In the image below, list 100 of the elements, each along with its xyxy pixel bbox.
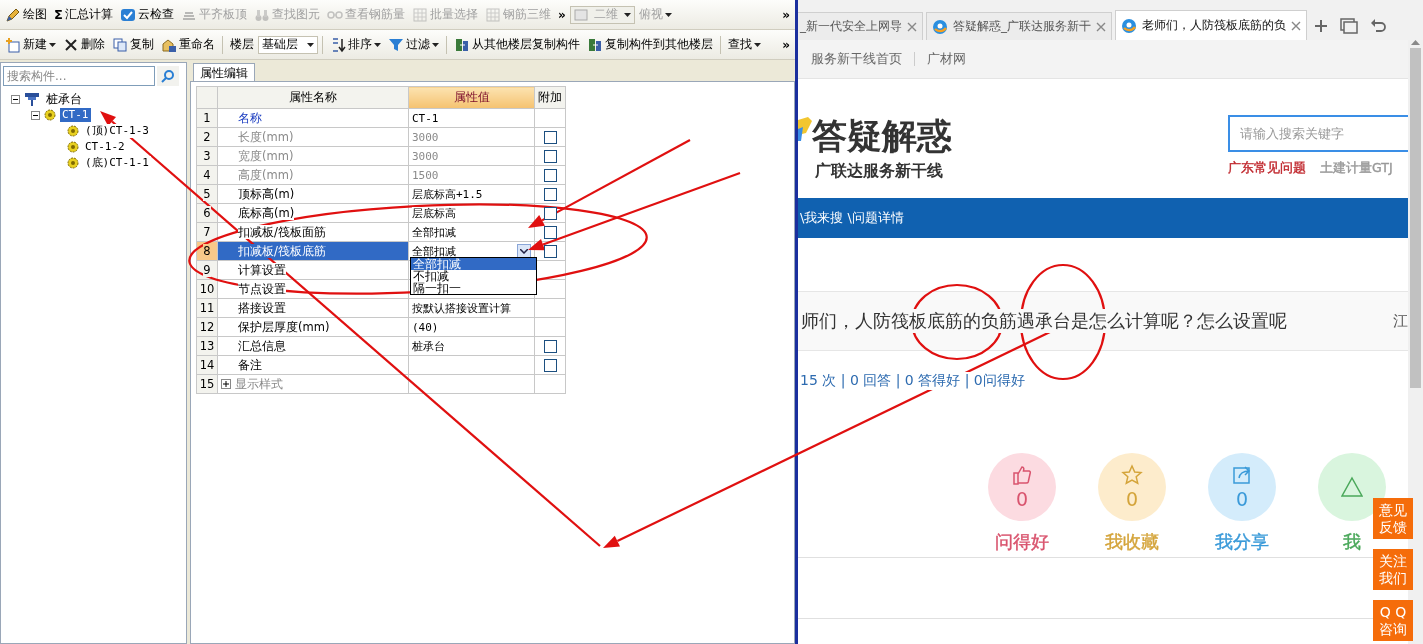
caret-icon (754, 42, 761, 47)
checkbox[interactable] (543, 244, 557, 258)
action-label: 问得好 (995, 531, 1049, 553)
property-value: 1500 (412, 168, 439, 182)
expand-toggle[interactable] (221, 379, 231, 389)
browser-logo-icon (932, 18, 948, 35)
browser-tab[interactable]: 答疑解惑_广联达服务新干 (926, 12, 1112, 40)
checkbox[interactable] (543, 130, 557, 144)
action-label: 我分享 (1215, 531, 1269, 553)
row-number: 8 (203, 244, 211, 258)
sigma-icon: Σ (54, 7, 63, 22)
toolbar-button[interactable]: 复制构件到其他楼层 (584, 33, 716, 56)
row-number: 1 (203, 111, 211, 125)
toolbar-button[interactable]: 绘图 (2, 3, 50, 26)
toolbar-button[interactable]: 从其他楼层复制构件 (451, 33, 583, 56)
action-count: 0 (1235, 488, 1249, 510)
pencil-icon (5, 6, 21, 23)
property-name: 搭接设置 (238, 300, 286, 315)
property-name: 保护层厚度(mm) (238, 319, 330, 334)
toolbar-button[interactable]: 删除 (60, 33, 108, 56)
checkbox[interactable] (543, 149, 557, 163)
close-icon (1291, 20, 1301, 31)
sort-icon (330, 36, 346, 53)
property-value: 按默认搭接设置计算 (412, 301, 511, 315)
breadcrumb-link[interactable]: \问题详情 (847, 209, 904, 227)
property-value: 桩承台 (412, 339, 445, 353)
toolbar-button[interactable]: 重命名 (158, 33, 218, 56)
row-number: 5 (203, 187, 211, 201)
property-name: 计算设置 (238, 262, 286, 277)
search-button[interactable] (157, 66, 179, 86)
bookmark-link[interactable]: 广材网 (927, 50, 966, 68)
dropdown[interactable]: 基础层 (258, 35, 318, 54)
row-number: 2 (203, 130, 211, 144)
action-count: 0 (1015, 488, 1029, 510)
overflow-button[interactable]: » (554, 3, 569, 26)
action-label: 我 (1343, 531, 1361, 553)
grid-icon (411, 6, 428, 23)
panel-tab[interactable]: 属性编辑 (193, 63, 255, 81)
property-name: 长度(mm) (238, 129, 294, 144)
triangle-icon (1341, 476, 1363, 498)
tree-item[interactable]: 桩承台 (44, 92, 84, 106)
checkbox[interactable] (543, 225, 557, 239)
funnel-icon (388, 36, 404, 53)
overflow-button[interactable]: » (779, 3, 793, 26)
action-count: 0 (1125, 488, 1139, 510)
property-name: 备注 (238, 357, 262, 372)
toolbar-button[interactable]: 新建 (2, 33, 59, 56)
toolbar-button[interactable]: 云检查 (116, 3, 177, 26)
checkbox[interactable] (543, 358, 557, 372)
expander[interactable] (11, 94, 20, 104)
property-name: 顶标高(m) (238, 186, 295, 201)
new-icon (5, 36, 21, 53)
property-name: 显示样式 (235, 376, 283, 392)
row-number: 12 (199, 320, 215, 334)
caret-icon (307, 42, 314, 47)
view-icon (573, 8, 588, 21)
row-number: 10 (199, 282, 215, 296)
thumbs-up-icon (1011, 464, 1033, 486)
breadcrumb-link[interactable]: \我来搜 (800, 209, 844, 227)
floor-label: 楼层 (229, 36, 255, 53)
gear-icon (67, 141, 79, 153)
search-field[interactable]: 搜索构件... (3, 66, 155, 86)
property-name: 扣减板/筏板底筋 (238, 243, 326, 258)
logo-icon (798, 117, 812, 141)
site-logo-subtitle: 广联达服务新干线 (814, 161, 944, 181)
star-icon (1121, 464, 1143, 486)
toolbar-button[interactable]: 排序 (327, 33, 384, 56)
hot-link[interactable]: 广东常见问题 (1228, 160, 1306, 177)
toolbar-button[interactable]: 复制 (109, 33, 157, 56)
bookmark-link[interactable]: 服务新干线首页 (811, 50, 902, 68)
search-icon (161, 69, 175, 83)
property-value: 全部扣减 (412, 225, 456, 239)
property-value: 层底标高+1.5 (412, 187, 483, 201)
browser-tab[interactable]: _新一代安全上网导 (798, 12, 923, 40)
toolbar-button[interactable]: 查找 (725, 33, 764, 56)
property-value: 3000 (412, 149, 439, 163)
grid-icon (484, 6, 501, 23)
property-name: 节点设置 (238, 281, 286, 296)
property-name: 名称 (238, 110, 262, 125)
overflow-button[interactable]: » (779, 33, 793, 56)
scrollbar-thumb[interactable] (1410, 48, 1421, 388)
close-icon (907, 21, 917, 32)
browser-tab[interactable]: 老师们，人防筏板底筋的负 (1115, 10, 1307, 40)
toolbar-button[interactable]: Σ 汇总计算 (51, 3, 116, 26)
search-field[interactable]: 请输入搜索关键字 (1228, 115, 1408, 152)
checkbox[interactable] (543, 339, 557, 353)
property-name: 扣减板/筏板面筋 (238, 224, 326, 239)
delete-icon (63, 36, 79, 53)
tree-item[interactable]: CT-1 (60, 108, 91, 122)
minus-icon (13, 96, 18, 102)
checkmark-icon (119, 6, 136, 23)
property-value: (40) (412, 320, 439, 334)
row-number: 9 (203, 263, 211, 277)
row-number: 6 (203, 206, 211, 220)
expander[interactable] (31, 110, 40, 120)
dropdown-option[interactable]: 全部扣减 (411, 258, 536, 270)
toolbar-button[interactable]: 过滤 (385, 33, 442, 56)
checkbox[interactable] (543, 187, 557, 201)
checkbox[interactable] (543, 168, 557, 182)
author-name: 江 (1393, 311, 1408, 331)
